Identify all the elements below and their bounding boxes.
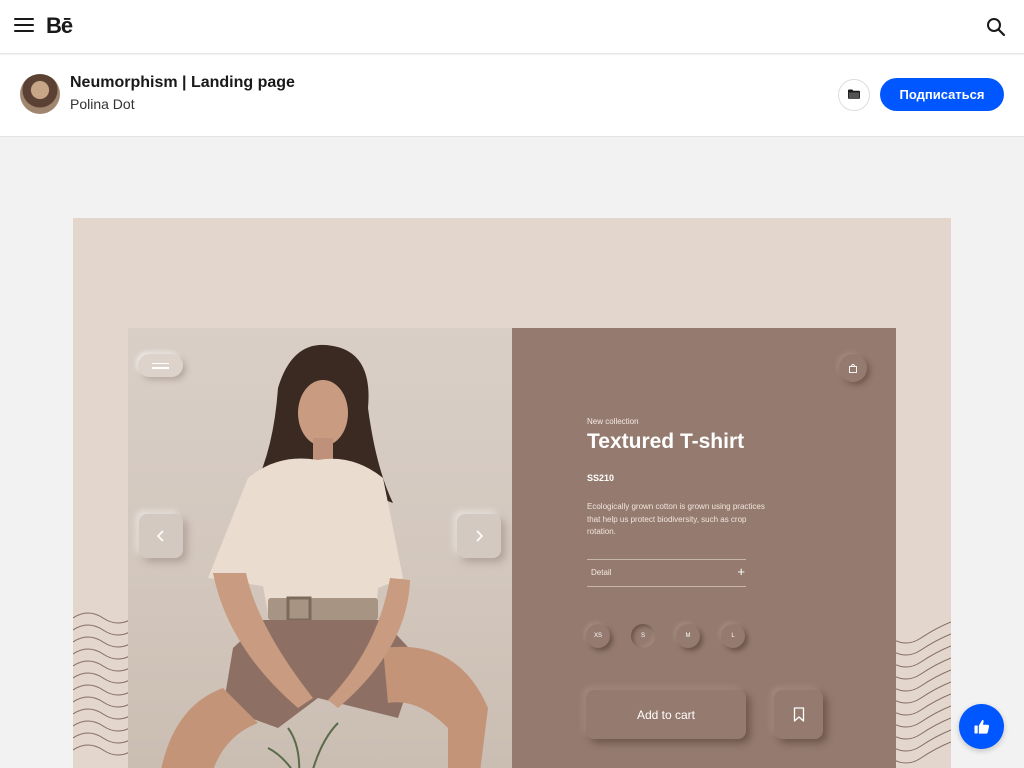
author-avatar[interactable]: [20, 74, 60, 114]
appreciate-button[interactable]: [959, 704, 1004, 749]
size-option-l[interactable]: L: [721, 624, 745, 648]
thumbs-up-icon: [974, 719, 989, 734]
model-illustration: [161, 344, 488, 768]
decorative-waves-left: [73, 612, 133, 756]
bookmark-icon: [793, 707, 804, 722]
size-option-xs[interactable]: XS: [586, 624, 610, 648]
chevron-right-icon: [476, 530, 484, 542]
project-header: Neumorphism | Landing page Polina Dot По…: [0, 55, 1024, 137]
follow-button[interactable]: Подписаться: [880, 78, 1004, 111]
chevron-left-icon: [156, 530, 164, 542]
plus-icon: +: [737, 564, 745, 579]
next-slide-button[interactable]: [457, 514, 501, 558]
detail-accordion[interactable]: Detail +: [587, 559, 746, 587]
add-to-cart-button[interactable]: Add to cart: [586, 690, 746, 739]
bookmark-button[interactable]: [774, 690, 823, 739]
product-title: Textured T-shirt: [587, 430, 745, 453]
project-artwork: New collection Textured T-shirt SS210 Ec…: [73, 218, 951, 768]
mock-menu-button[interactable]: [138, 354, 183, 377]
author-name[interactable]: Polina Dot: [70, 96, 135, 112]
hamburger-menu-icon[interactable]: [14, 18, 34, 36]
detail-label: Detail: [591, 568, 612, 577]
behance-logo[interactable]: Bē: [46, 13, 73, 39]
decorative-waves-right: [891, 621, 951, 764]
top-navbar: Bē: [0, 0, 1024, 54]
save-to-collection-button[interactable]: [838, 79, 870, 111]
size-option-s[interactable]: S: [631, 624, 655, 648]
prev-slide-button[interactable]: [139, 514, 183, 558]
model-photo: [128, 328, 512, 768]
collection-eyebrow: New collection: [587, 417, 639, 426]
folder-icon: [848, 86, 860, 104]
product-price: SS210: [587, 473, 615, 483]
product-description: Ecologically grown cotton is grown using…: [587, 502, 765, 536]
project-title: Neumorphism | Landing page: [70, 74, 295, 91]
size-option-m[interactable]: M: [676, 624, 700, 648]
landing-page-mockup: New collection Textured T-shirt SS210 Ec…: [128, 328, 896, 768]
product-panel: New collection Textured T-shirt SS210 Ec…: [512, 328, 896, 768]
search-icon[interactable]: [986, 17, 1006, 37]
shopping-bag-icon[interactable]: [839, 354, 867, 382]
